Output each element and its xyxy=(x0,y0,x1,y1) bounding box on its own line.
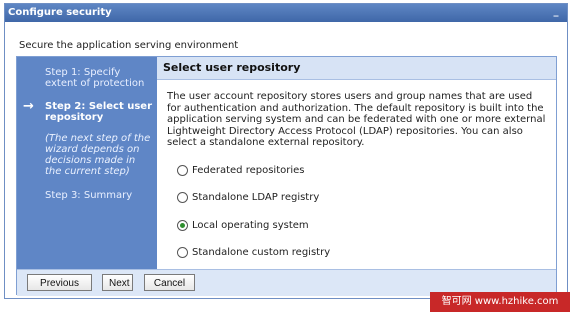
minimize-icon[interactable]: _ xyxy=(551,4,561,22)
option-label: Local operating system xyxy=(192,220,309,231)
radio-standalone-custom[interactable] xyxy=(177,247,188,258)
option-standalone-custom[interactable]: Standalone custom registry xyxy=(177,247,330,258)
option-standalone-ldap[interactable]: Standalone LDAP registry xyxy=(177,192,319,203)
option-label: Standalone custom registry xyxy=(192,247,331,258)
option-label: Federated repositories xyxy=(192,165,305,176)
repository-description: The user account repository stores users… xyxy=(167,91,546,148)
window-title: Configure security xyxy=(8,7,112,18)
wizard-steps-panel: Step 1: Specify extent of protection → S… xyxy=(17,57,157,269)
radio-federated-repositories[interactable] xyxy=(177,165,188,176)
configure-security-panel: Configure security _ Secure the applicat… xyxy=(4,3,568,299)
cancel-button[interactable]: Cancel xyxy=(144,274,195,291)
step-3: Step 3: Summary xyxy=(45,190,133,201)
wizard: Step 1: Specify extent of protection → S… xyxy=(16,56,557,296)
option-local-os[interactable]: Local operating system xyxy=(177,220,309,231)
content-header: Select user repository xyxy=(157,57,556,80)
wizard-content: Select user repository The user account … xyxy=(157,57,556,269)
page-subtitle: Secure the application serving environme… xyxy=(19,40,239,51)
option-label: Standalone LDAP registry xyxy=(192,192,320,203)
next-button[interactable]: Next xyxy=(102,274,133,291)
step-note: (The next step of the wizard depends on … xyxy=(45,133,151,177)
step-2: Step 2: Select user repository xyxy=(45,101,153,123)
radio-local-os[interactable] xyxy=(177,220,188,231)
current-step-arrow-icon: → xyxy=(23,99,34,114)
site-watermark: 智可网 www.hzhike.com xyxy=(430,292,570,312)
title-bar: Configure security _ xyxy=(5,4,567,22)
radio-standalone-ldap[interactable] xyxy=(177,192,188,203)
option-federated-repositories[interactable]: Federated repositories xyxy=(177,165,305,176)
step-1: Step 1: Specify extent of protection xyxy=(45,67,145,89)
previous-button[interactable]: Previous xyxy=(27,274,92,291)
